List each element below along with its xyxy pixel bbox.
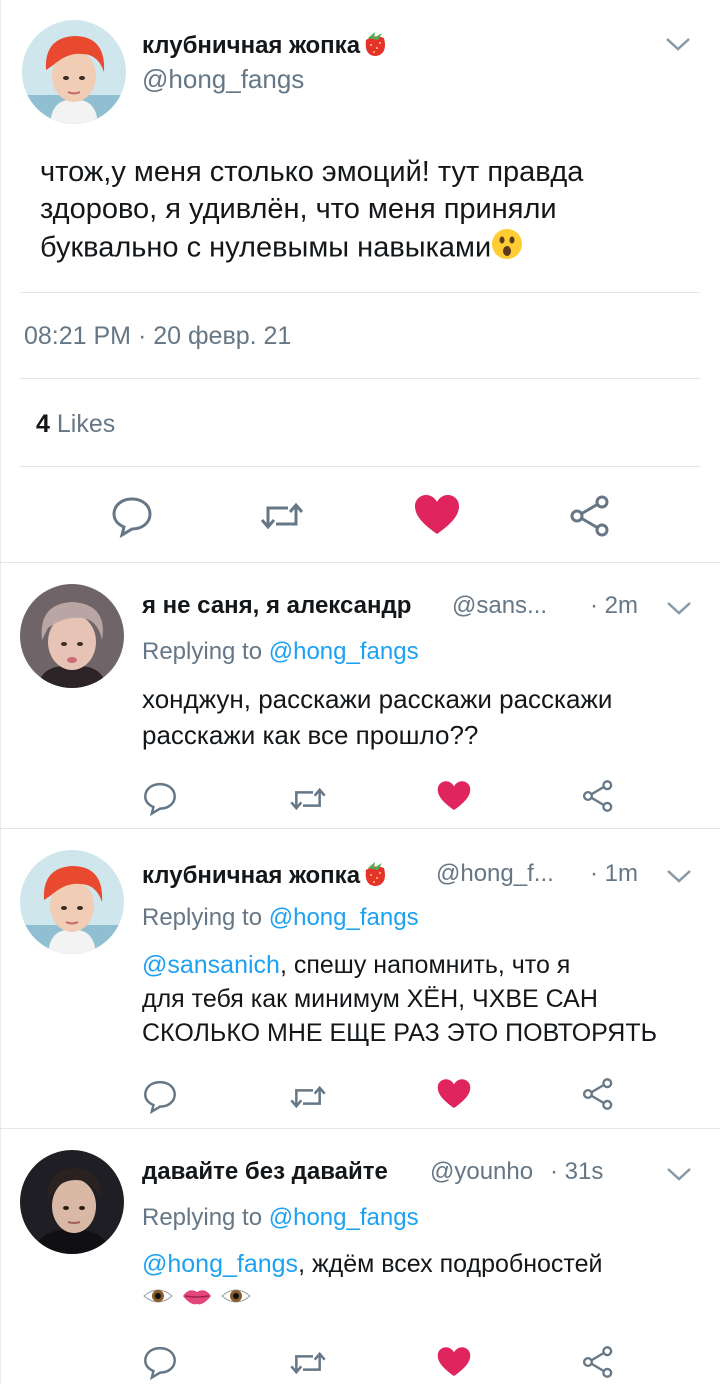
tweet-text: чтож,у меня столько эмоций! тут правда з… [40,154,700,270]
timestamp[interactable]: 08:21 PM · 20 февр. 21 [24,322,291,351]
like-icon[interactable] [437,780,471,812]
timestamp[interactable]: · 1m [590,860,638,888]
strawberry-icon [360,28,390,65]
avatar[interactable] [20,850,124,954]
retweet-icon[interactable] [288,1080,328,1114]
divider [20,378,700,379]
mention-link[interactable]: @hong_fangs [142,1250,298,1278]
share-icon[interactable] [568,494,612,538]
divider [20,466,700,467]
mention-link[interactable]: @hong_fangs [269,904,419,931]
like-icon[interactable] [437,1346,471,1378]
reply-icon[interactable] [142,1344,178,1380]
avatar[interactable] [22,20,126,124]
reply-icon[interactable] [110,494,154,538]
like-icon[interactable] [414,494,460,536]
divider [20,292,700,293]
tweet-divider [0,828,720,829]
tweet-divider [0,562,720,563]
handle[interactable]: @hong_fangs [142,64,304,95]
timestamp[interactable]: · 31s [550,1158,603,1186]
replying-to: Replying to @hong_fangs [142,1204,419,1231]
tweet-text: @hong_fangs, ждём всех подробностей [142,1247,712,1317]
astonished-face-icon [491,228,523,270]
handle[interactable]: @younho [430,1158,533,1186]
display-name[interactable]: давайте без давайте [142,1158,388,1186]
share-icon[interactable] [581,1076,615,1112]
share-icon[interactable] [581,1344,615,1380]
chevron-down-icon[interactable] [665,36,691,52]
tweet-text: @sansanich, спешу напомнить, что я для т… [142,951,658,1047]
avatar[interactable] [20,1150,124,1254]
mention-link[interactable]: @hong_fangs [269,1204,419,1231]
timestamp[interactable]: · 2m [590,592,638,620]
replying-to: Replying to @hong_fangs [142,904,419,931]
like-icon[interactable] [437,1078,471,1110]
likes-count[interactable]: 4 Likes [36,410,115,439]
tweet-divider [0,1128,720,1129]
share-icon[interactable] [581,778,615,814]
retweet-icon[interactable] [288,782,328,816]
reply-icon[interactable] [142,1078,178,1114]
handle[interactable]: @sans... [452,592,547,620]
chevron-down-icon[interactable] [666,868,692,884]
strawberry-icon [360,858,390,895]
handle[interactable]: @hong_f... [436,860,554,888]
display-name[interactable]: клубничная жопка [142,28,390,65]
retweet-icon[interactable] [288,1346,328,1380]
display-name[interactable]: я не саня, я александр [142,592,411,620]
chevron-down-icon[interactable] [666,600,692,616]
display-name[interactable]: клубничная жопка [142,858,390,895]
eye-icon [142,1283,174,1317]
tweet-text: хонджун, расскажи расскажи расскажи расс… [142,684,613,750]
lips-icon [181,1283,213,1317]
replying-to: Replying to @hong_fangs [142,638,419,665]
eye-icon [220,1283,252,1317]
reply-icon[interactable] [142,780,178,816]
retweet-icon[interactable] [258,496,306,536]
left-border [0,0,1,1384]
mention-link[interactable]: @hong_fangs [269,638,419,665]
avatar[interactable] [20,584,124,688]
mention-link[interactable]: @sansanich [142,951,280,979]
chevron-down-icon[interactable] [666,1166,692,1182]
